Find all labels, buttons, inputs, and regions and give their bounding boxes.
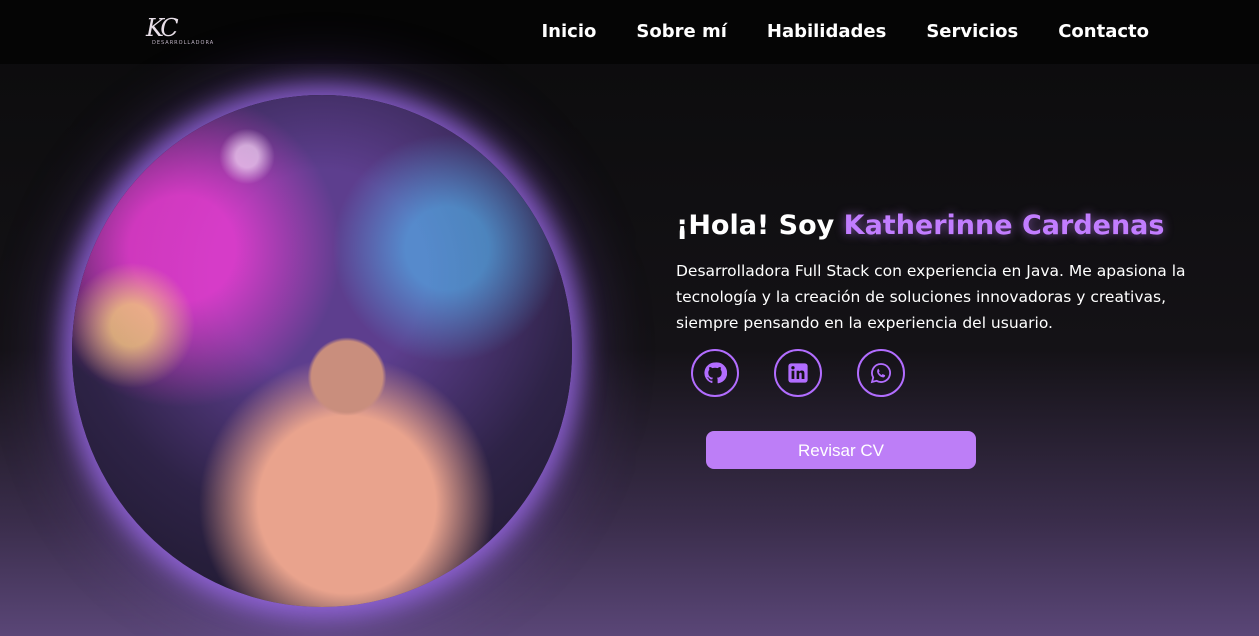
logo-mark: KC: [146, 14, 179, 42]
greeting-prefix: ¡Hola! Soy: [676, 210, 844, 241]
whatsapp-link[interactable]: [857, 349, 905, 397]
github-link[interactable]: [691, 349, 739, 397]
nav-habilidades[interactable]: Habilidades: [767, 19, 886, 45]
hero-name: Katherinne Cardenas: [843, 210, 1165, 241]
top-navbar: KC DESARROLLADORA Inicio Sobre mí Habili…: [0, 0, 1259, 64]
linkedin-icon: [788, 363, 808, 383]
whatsapp-icon: [870, 363, 891, 384]
main-menu: Inicio Sobre mí Habilidades Servicios Co…: [541, 19, 1149, 45]
nav-inicio[interactable]: Inicio: [541, 19, 596, 45]
hero-greeting: ¡Hola! Soy Katherinne Cardenas: [676, 208, 1226, 244]
hero-description: Desarrolladora Full Stack con experienci…: [676, 262, 1186, 332]
nav-contacto[interactable]: Contacto: [1058, 19, 1149, 45]
social-links: [691, 349, 905, 397]
logo-subtitle: DESARROLLADORA: [152, 40, 215, 46]
brand-logo[interactable]: KC DESARROLLADORA: [144, 14, 215, 48]
linkedin-link[interactable]: [774, 349, 822, 397]
profile-photo: [72, 95, 572, 607]
nav-servicios[interactable]: Servicios: [926, 19, 1018, 45]
hero-section: ¡Hola! Soy Katherinne Cardenas Desarroll…: [676, 208, 1226, 336]
github-icon: [704, 362, 727, 384]
review-cv-button[interactable]: Revisar CV: [706, 431, 976, 469]
nav-sobre-mi[interactable]: Sobre mí: [636, 19, 727, 45]
